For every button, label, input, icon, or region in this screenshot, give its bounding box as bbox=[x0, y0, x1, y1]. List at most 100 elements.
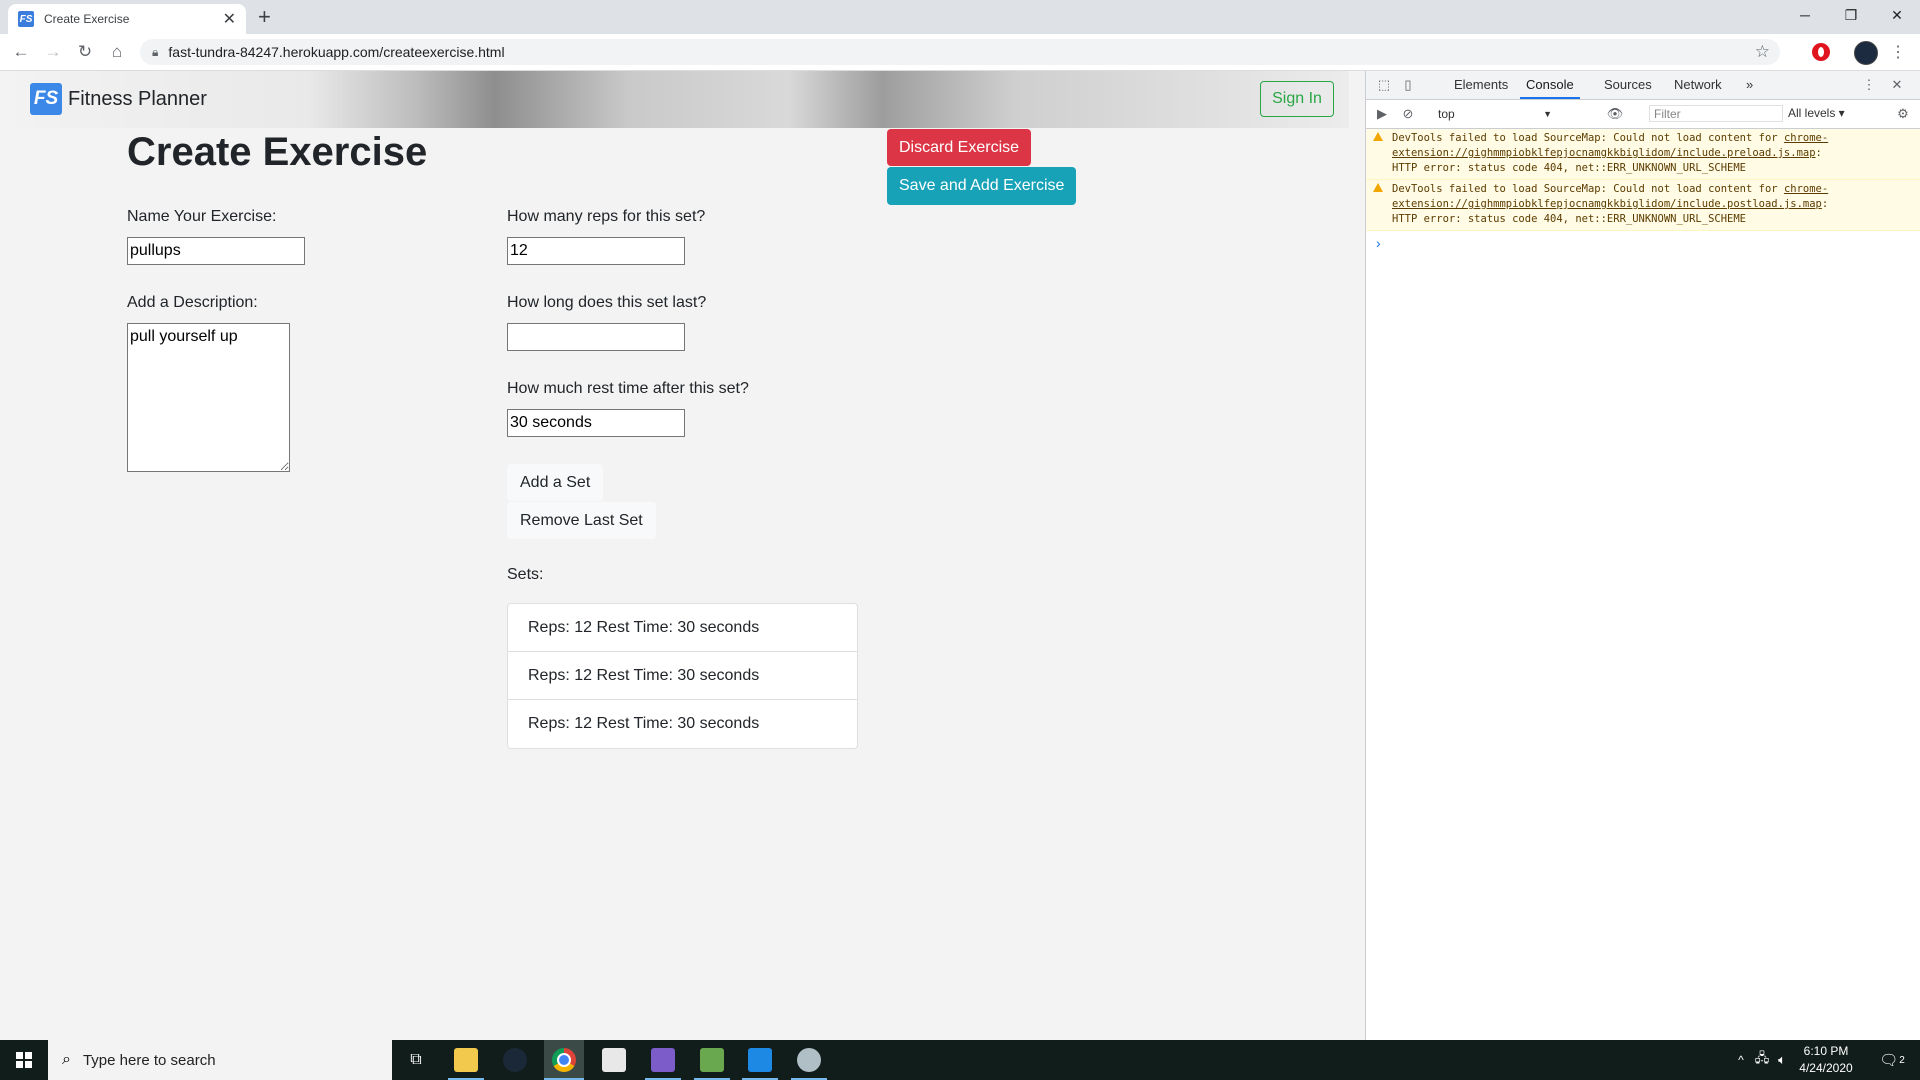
minimize-window-icon[interactable]: ─ bbox=[1782, 0, 1828, 30]
reps-label: How many reps for this set? bbox=[507, 208, 706, 225]
log-levels-dropdown[interactable]: All levels ▾ bbox=[1788, 106, 1845, 120]
sourcemap-link[interactable]: extension://gighmmpiobklfepjocnamgkkbigl… bbox=[1392, 198, 1822, 210]
taskbar-search-box[interactable]: ⌕ Type here to search bbox=[48, 1040, 392, 1080]
calculator-icon[interactable] bbox=[602, 1048, 626, 1072]
sourcemap-link[interactable]: extension://gighmmpiobklfepjocnamgkkbigl… bbox=[1392, 147, 1816, 159]
spreadsheet-app-icon[interactable] bbox=[700, 1048, 724, 1072]
rest-time-label: How much rest time after this set? bbox=[507, 380, 749, 397]
search-icon: ⌕ bbox=[62, 1051, 71, 1068]
context-selector[interactable]: top ▼ bbox=[1438, 104, 1556, 123]
set-list-item: Reps: 12 Rest Time: 30 seconds bbox=[508, 652, 857, 700]
address-bar[interactable]: 🔒︎ fast-tundra-84247.herokuapp.com/creat… bbox=[140, 39, 1780, 65]
url-text: fast-tundra-84247.herokuapp.com/createex… bbox=[168, 44, 505, 60]
discard-exercise-button[interactable]: Discard Exercise bbox=[887, 129, 1032, 166]
sourcemap-link[interactable]: chrome- bbox=[1784, 183, 1828, 195]
new-tab-button[interactable]: + bbox=[258, 6, 271, 28]
browser-toolbar: ← → ↻ ⌂ 🔒︎ fast-tundra-84247.herokuapp.c… bbox=[0, 34, 1920, 71]
windows-taskbar: ⌕ Type here to search ⧉ ^ 🖧︎ 🔈︎ 6:10 PM … bbox=[0, 1040, 1920, 1080]
sets-label: Sets: bbox=[507, 566, 544, 583]
paint-app-icon[interactable] bbox=[797, 1048, 821, 1072]
console-toolbar: ▶ ⊘ top ▼ 👁︎ Filter All levels ▾ ⚙ bbox=[1366, 100, 1920, 129]
console-warning-message: DevTools failed to load SourceMap: Could… bbox=[1366, 129, 1920, 180]
taskbar-clock[interactable]: 6:10 PM 4/24/2020 bbox=[1786, 1043, 1866, 1077]
bookmark-star-icon[interactable]: ☆ bbox=[1755, 42, 1770, 62]
set-list-item: Reps: 12 Rest Time: 30 seconds bbox=[508, 604, 857, 652]
exercise-name-input[interactable] bbox=[127, 237, 305, 265]
set-list-item: Reps: 12 Rest Time: 30 seconds bbox=[528, 715, 760, 732]
warning-text: HTTP error: status code 404, net::ERR_UN… bbox=[1392, 213, 1747, 225]
warning-text: HTTP error: status code 404, net::ERR_UN… bbox=[1392, 162, 1747, 174]
duration-label: How long does this set last? bbox=[507, 294, 707, 311]
dropdown-arrow-icon: ▼ bbox=[1543, 108, 1552, 119]
site-navbar: FS Fitness Planner Sign In bbox=[15, 71, 1349, 128]
sign-in-button[interactable]: Sign In bbox=[1260, 81, 1334, 117]
profile-avatar-icon[interactable] bbox=[1854, 41, 1878, 65]
tab-elements[interactable]: Elements bbox=[1454, 71, 1508, 99]
network-icon[interactable]: 🖧︎ bbox=[1752, 1040, 1772, 1080]
vscode-icon[interactable] bbox=[748, 1048, 772, 1072]
page-viewport: FS Fitness Planner Sign In Create Exerci… bbox=[0, 71, 1365, 1040]
close-devtools-icon[interactable]: ✕ bbox=[1888, 76, 1906, 94]
device-toolbar-icon[interactable]: ▯ bbox=[1399, 76, 1417, 94]
more-tabs-icon[interactable]: » bbox=[1746, 71, 1753, 99]
sets-list: Reps: 12 Rest Time: 30 seconds Reps: 12 … bbox=[507, 603, 858, 749]
console-settings-gear-icon[interactable]: ⚙ bbox=[1894, 105, 1912, 123]
browser-menu-icon[interactable]: ⋮ bbox=[1890, 42, 1906, 62]
duration-input[interactable] bbox=[507, 323, 685, 351]
close-window-icon[interactable]: ✕ bbox=[1874, 0, 1920, 30]
brand-name: Fitness Planner bbox=[68, 87, 207, 110]
sourcemap-link[interactable]: chrome- bbox=[1784, 132, 1828, 144]
browser-tab[interactable]: FS Create Exercise ✕ bbox=[8, 4, 246, 34]
add-set-button[interactable]: Add a Set bbox=[507, 464, 604, 501]
home-icon[interactable]: ⌂ bbox=[106, 41, 128, 63]
live-expression-eye-icon[interactable]: 👁︎ bbox=[1606, 105, 1624, 123]
site-favicon-icon: FS bbox=[18, 11, 34, 27]
opera-extension-icon[interactable] bbox=[1812, 43, 1830, 61]
warning-text: : bbox=[1821, 198, 1829, 210]
context-value: top bbox=[1438, 106, 1455, 121]
browser-tab-strip: FS Create Exercise ✕ + ─ ❐ ✕ bbox=[0, 0, 1920, 34]
warning-text: DevTools failed to load SourceMap: Could… bbox=[1392, 183, 1784, 195]
devtools-menu-icon[interactable]: ⋮ bbox=[1860, 76, 1878, 94]
close-tab-icon[interactable]: ✕ bbox=[223, 9, 236, 29]
restore-window-icon[interactable]: ❐ bbox=[1828, 0, 1874, 30]
tab-console[interactable]: Console bbox=[1520, 71, 1580, 99]
tab-network[interactable]: Network bbox=[1674, 71, 1722, 99]
notification-center-icon[interactable]: 🗨︎ 2 bbox=[1872, 1040, 1912, 1080]
description-label: Add a Description: bbox=[127, 294, 258, 311]
description-textarea[interactable]: pull yourself up bbox=[127, 323, 290, 472]
rest-time-input[interactable] bbox=[507, 409, 685, 437]
chrome-taskbar-button[interactable] bbox=[544, 1040, 584, 1080]
game-app-icon[interactable] bbox=[651, 1048, 675, 1072]
warning-text: : bbox=[1815, 147, 1822, 159]
steam-icon[interactable] bbox=[503, 1048, 527, 1072]
devtools-tab-bar: ⬚ ▯ Elements Console Sources Network » ⋮… bbox=[1366, 71, 1920, 100]
sidebar-toggle-icon[interactable]: ▶ bbox=[1373, 105, 1391, 123]
back-arrow-icon[interactable]: ← bbox=[10, 41, 32, 63]
clear-console-icon[interactable]: ⊘ bbox=[1399, 105, 1417, 123]
page-title: Create Exercise bbox=[127, 130, 428, 174]
windows-start-icon[interactable] bbox=[0, 1040, 48, 1080]
console-filter-input[interactable]: Filter bbox=[1649, 105, 1783, 122]
tab-sources[interactable]: Sources bbox=[1604, 71, 1652, 99]
forward-arrow-icon[interactable]: → bbox=[42, 41, 64, 63]
warning-icon bbox=[1373, 132, 1383, 141]
file-explorer-icon[interactable] bbox=[454, 1048, 478, 1072]
console-warning-message: DevTools failed to load SourceMap: Could… bbox=[1366, 180, 1920, 231]
chrome-icon bbox=[552, 1048, 576, 1072]
show-hidden-icons-icon[interactable]: ^ bbox=[1732, 1040, 1750, 1080]
inspect-element-icon[interactable]: ⬚ bbox=[1375, 76, 1393, 94]
save-and-add-exercise-button[interactable]: Save and Add Exercise bbox=[887, 167, 1077, 205]
remove-last-set-button[interactable]: Remove Last Set bbox=[507, 502, 656, 539]
fitness-planner-logo-icon: FS bbox=[30, 83, 62, 115]
reps-input[interactable] bbox=[507, 237, 685, 265]
task-view-icon[interactable]: ⧉ bbox=[392, 1040, 440, 1080]
console-prompt[interactable]: › bbox=[1366, 231, 1920, 251]
warning-text: DevTools failed to load SourceMap: Could… bbox=[1392, 132, 1784, 144]
clock-time: 6:10 PM bbox=[1803, 1044, 1849, 1058]
navbar-brand[interactable]: FS Fitness Planner bbox=[30, 83, 207, 115]
tab-title: Create Exercise bbox=[44, 12, 130, 26]
search-placeholder: Type here to search bbox=[82, 1051, 216, 1069]
exercise-name-label: Name Your Exercise: bbox=[127, 208, 277, 225]
reload-icon[interactable]: ↻ bbox=[74, 41, 96, 63]
